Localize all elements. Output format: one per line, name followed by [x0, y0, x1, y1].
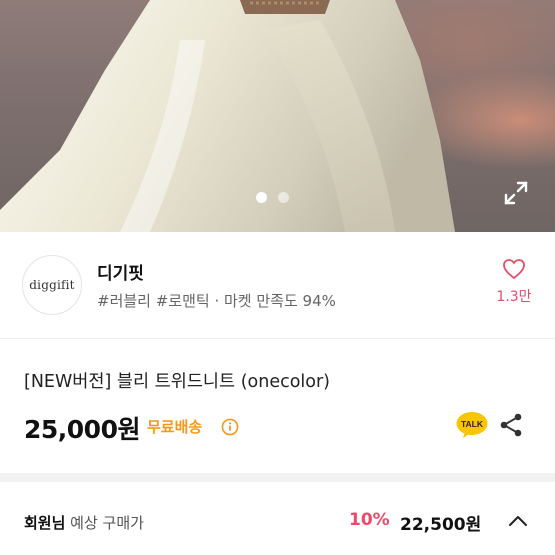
product-price: 25,000원 [24, 415, 140, 444]
shop-name[interactable]: 디기핏 [97, 259, 144, 284]
shop-logo[interactable]: diggifit [22, 255, 82, 315]
member-price: 22,500원 [400, 515, 482, 535]
product-image-carousel[interactable] [0, 0, 555, 232]
like-count: 1.3만 [496, 289, 532, 305]
info-icon[interactable] [221, 418, 239, 436]
shop-tags: #러블리 #로맨틱 · 마켓 만족도 94% [97, 292, 336, 310]
divider [0, 338, 555, 339]
product-title: [NEW버전] 블리 트위드니트 (onecolor) [24, 372, 331, 392]
section-separator [0, 473, 555, 482]
heart-icon [503, 259, 525, 279]
discount-rate: 10% [349, 510, 390, 530]
svg-text:TALK: TALK [461, 419, 484, 429]
like-button[interactable]: 1.3만 [492, 258, 536, 306]
expand-icon[interactable] [502, 179, 530, 207]
member-price-row[interactable]: 회원님 예상 구매가 10% 22,500원 [0, 482, 555, 555]
carousel-indicator [256, 192, 289, 203]
free-shipping-label: 무료배송 [147, 418, 203, 436]
member-label-rest: 예상 구매가 [65, 514, 144, 532]
member-label-bold: 회원님 [24, 514, 66, 532]
shop-logo-text: diggifit [29, 278, 75, 292]
carousel-dot[interactable] [278, 192, 289, 203]
member-price-label: 회원님 예상 구매가 [24, 512, 144, 533]
chevron-up-icon[interactable] [507, 512, 529, 530]
share-icon[interactable] [498, 412, 524, 438]
carousel-dot-active[interactable] [256, 192, 267, 203]
kakao-talk-icon[interactable]: TALK [456, 411, 488, 439]
shop-info-row[interactable]: diggifit 디기핏 #러블리 #로맨틱 · 마켓 만족도 94% 1.3만 [0, 232, 555, 338]
